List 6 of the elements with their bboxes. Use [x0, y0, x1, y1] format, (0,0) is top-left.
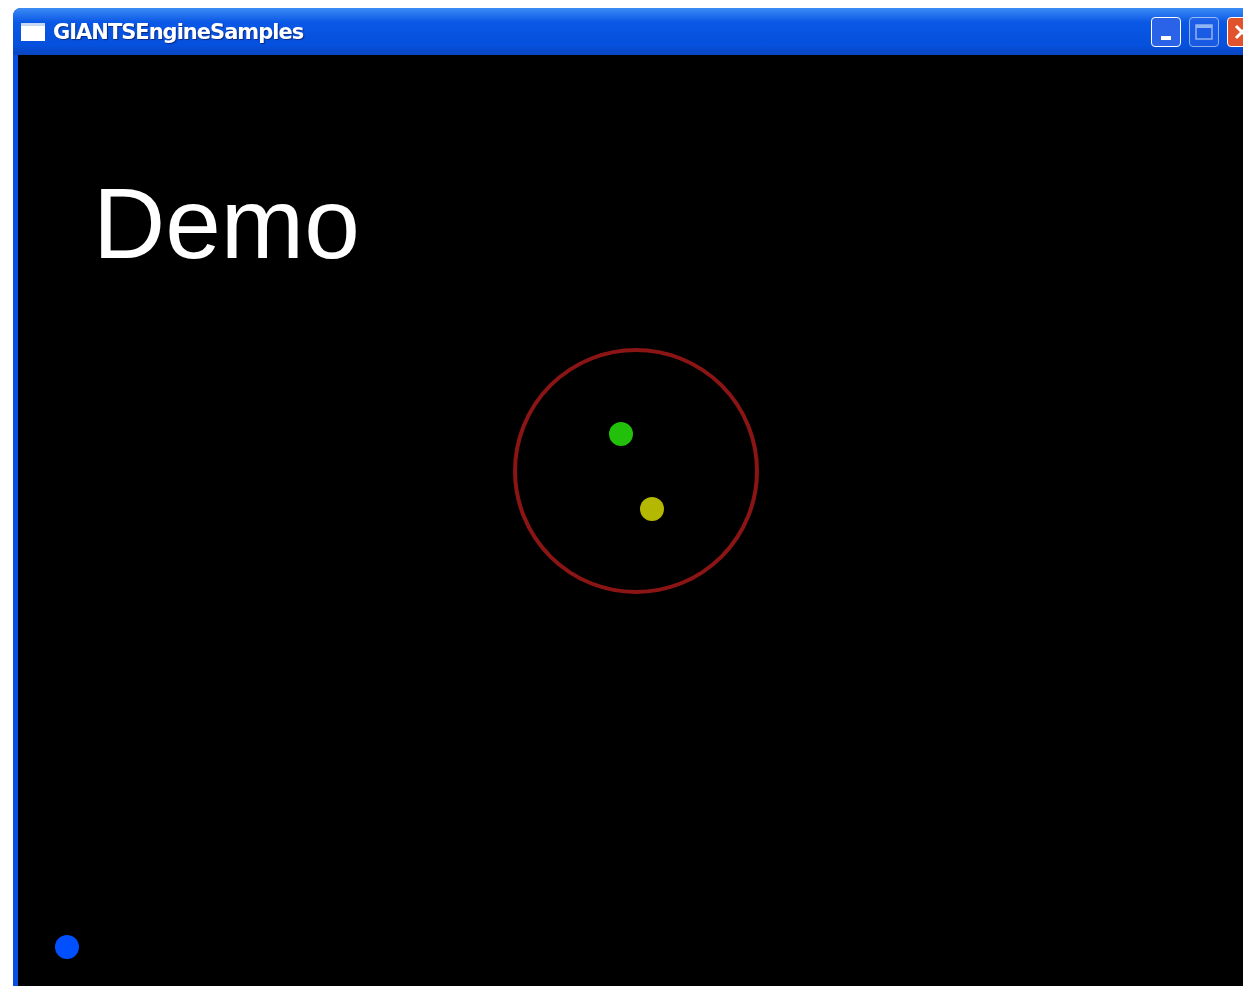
- demo-label: Demo: [93, 173, 360, 273]
- minimize-button[interactable]: [1151, 16, 1181, 47]
- maximize-icon: [1195, 23, 1213, 40]
- window-title: GIANTSEngineSamples: [53, 19, 305, 44]
- minimize-icon: [1161, 35, 1171, 40]
- window-icon: [21, 22, 45, 41]
